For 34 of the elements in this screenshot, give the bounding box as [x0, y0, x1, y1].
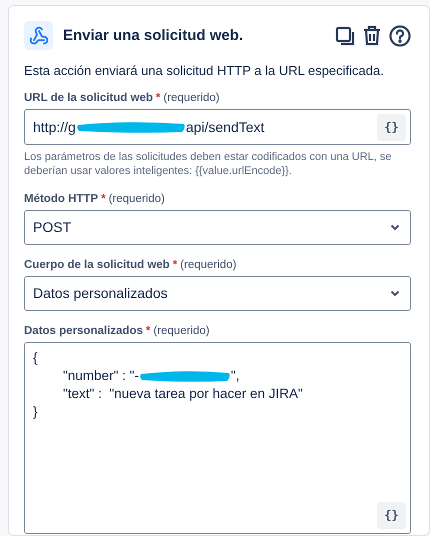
- code-line: "number" : "-: [63, 366, 139, 385]
- chevron-down-icon: [390, 224, 400, 231]
- code-line: "text" : "nueva tarea por hacer en JIRA": [63, 384, 303, 403]
- field-value: api/sendText: [186, 119, 264, 135]
- smart-value-button[interactable]: {}: [377, 114, 406, 140]
- url-field[interactable]: http://g api/sendText {}: [24, 109, 411, 145]
- copy-icon[interactable]: [335, 26, 355, 46]
- required-asterisk: *: [172, 258, 178, 271]
- smart-value-button[interactable]: {}: [377, 502, 406, 529]
- field-label: Datos personalizados: [24, 324, 143, 337]
- code-line: {: [33, 348, 38, 367]
- chevron-down-icon: [390, 290, 400, 297]
- help-icon[interactable]: [389, 24, 411, 46]
- required-note: (requerido): [180, 258, 236, 271]
- select-field[interactable]: POST: [24, 210, 411, 245]
- field-label: URL de la solicitud web: [24, 92, 153, 104]
- code-line: }: [33, 402, 38, 421]
- select-field[interactable]: Datos personalizados: [24, 276, 411, 311]
- rule-title: Enviar una solicitud web.: [63, 27, 244, 44]
- required-note: (requerido): [108, 192, 165, 205]
- required-note: (requerido): [163, 92, 220, 104]
- field-label: Cuerpo de la solicitud web: [24, 258, 170, 271]
- code-line: ",: [230, 366, 240, 385]
- webhook-icon: [24, 21, 53, 50]
- required-asterisk: *: [101, 192, 106, 205]
- description-text: Esta acción enviará una solicitud HTTP a la URL especificada.: [24, 63, 385, 78]
- trash-icon[interactable]: [363, 25, 381, 46]
- required-asterisk: *: [146, 324, 150, 337]
- required-note: (requerido): [153, 324, 210, 337]
- required-asterisk: *: [156, 92, 160, 104]
- help-text: Los parámetros de las solicitudes deben estar codificados con una URL, se deberían usar valores inteligentes: {{value.urlEncode}}.: [24, 150, 392, 179]
- text-area[interactable]: { "number" : "- ", "text" : "nueva tarea por hacer en JIRA" } {}: [24, 342, 411, 534]
- field-label: Método HTTP: [24, 192, 98, 205]
- field-value: http://g: [33, 119, 76, 135]
